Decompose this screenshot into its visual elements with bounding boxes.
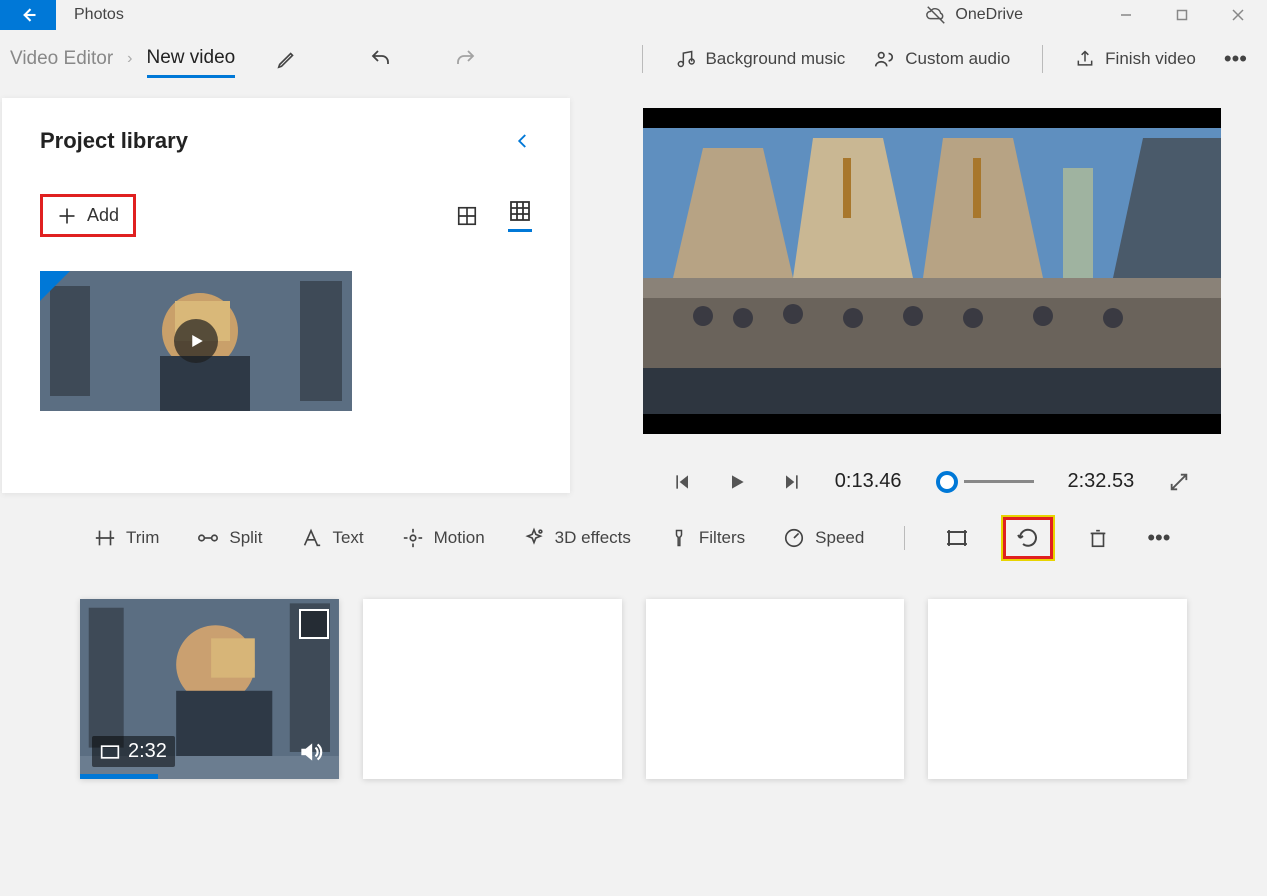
speed-button[interactable]: Speed: [779, 521, 868, 555]
ellipsis-icon: •••: [1224, 46, 1247, 71]
split-icon: [197, 527, 219, 549]
collapse-panel-button[interactable]: [514, 129, 532, 153]
redo-button[interactable]: [443, 37, 487, 81]
arrow-left-icon: [18, 5, 38, 25]
seek-track: [964, 480, 1034, 483]
export-icon: [1075, 49, 1095, 69]
grid-small-button[interactable]: [456, 205, 478, 227]
person-audio-icon: [873, 48, 895, 70]
pencil-icon: [276, 48, 298, 70]
gauge-icon: [783, 527, 805, 549]
3d-effects-button[interactable]: 3D effects: [519, 521, 635, 555]
back-button[interactable]: [0, 0, 56, 30]
ellipsis-icon: •••: [1147, 525, 1170, 551]
more-button[interactable]: •••: [1210, 46, 1261, 72]
main-toolbar: Video Editor › New video Background musi…: [0, 30, 1267, 88]
trash-icon: [1087, 527, 1109, 549]
close-button[interactable]: [1215, 0, 1261, 30]
motion-icon: [402, 527, 424, 549]
trim-icon: [94, 527, 116, 549]
sparkle-icon: [523, 527, 545, 549]
breadcrumb-current[interactable]: New video: [147, 47, 236, 78]
undo-button[interactable]: [359, 37, 403, 81]
rename-button[interactable]: [265, 37, 309, 81]
storyboard-slot-empty[interactable]: [928, 599, 1187, 779]
view-toggle: [456, 199, 532, 232]
maximize-button[interactable]: [1159, 0, 1205, 30]
preview-area: 0:13.46 2:32.53: [570, 98, 1267, 493]
undo-icon: [369, 47, 393, 71]
breadcrumb: Video Editor › New video: [10, 41, 235, 78]
chevron-right-icon: ›: [127, 50, 132, 68]
seek-knob-icon[interactable]: [936, 471, 958, 493]
fullscreen-button[interactable]: [1168, 471, 1190, 493]
onedrive-label: OneDrive: [955, 6, 1023, 24]
divider: [904, 526, 905, 550]
play-overlay[interactable]: [174, 319, 218, 363]
selected-corner-icon: [40, 271, 70, 301]
total-time: 2:32.53: [1068, 470, 1135, 493]
preview-player[interactable]: [643, 108, 1221, 434]
clip-progress: [80, 774, 158, 779]
seek-bar[interactable]: [936, 471, 1034, 493]
storyboard-slot-empty[interactable]: [646, 599, 905, 779]
cloud-off-icon: [925, 4, 947, 26]
expand-icon: [1168, 471, 1190, 493]
duration-icon: [100, 744, 120, 760]
play-button[interactable]: [727, 472, 747, 492]
current-time: 0:13.46: [835, 470, 902, 493]
grid-large-button[interactable]: [508, 199, 532, 232]
aspect-badge-icon: [299, 609, 329, 639]
project-library-panel: Project library Add: [2, 98, 570, 493]
delete-button[interactable]: [1083, 521, 1113, 555]
breadcrumb-root[interactable]: Video Editor: [10, 48, 113, 70]
onedrive-status[interactable]: OneDrive: [925, 4, 1023, 26]
filters-button[interactable]: Filters: [665, 521, 749, 555]
redo-icon: [453, 47, 477, 71]
split-button[interactable]: Split: [193, 521, 266, 555]
clip-duration: 2:32: [128, 740, 167, 763]
volume-icon: [297, 739, 323, 765]
custom-audio-button[interactable]: Custom audio: [859, 37, 1024, 81]
finish-video-button[interactable]: Finish video: [1061, 37, 1210, 81]
rotate-button[interactable]: [1003, 517, 1053, 559]
more-storyboard-button[interactable]: •••: [1143, 519, 1174, 557]
storyboard-slot-empty[interactable]: [363, 599, 622, 779]
storyboard-clip[interactable]: 2:32: [80, 599, 339, 779]
library-item[interactable]: [40, 271, 352, 411]
storyboard: 2:32: [0, 559, 1267, 779]
clip-duration-badge[interactable]: 2:32: [92, 736, 175, 767]
frame-icon: [945, 526, 969, 550]
panel-title: Project library: [40, 128, 188, 154]
step-back-icon: [673, 472, 693, 492]
divider: [642, 45, 643, 73]
motion-button[interactable]: Motion: [398, 521, 489, 555]
resize-button[interactable]: [941, 520, 973, 556]
minimize-button[interactable]: [1103, 0, 1149, 30]
step-forward-icon: [781, 472, 801, 492]
clip-volume-button[interactable]: [297, 739, 323, 765]
play-icon: [727, 472, 747, 492]
app-title: Photos: [74, 6, 124, 24]
filter-icon: [669, 527, 689, 549]
titlebar: Photos OneDrive: [0, 0, 1267, 30]
grid-3x3-icon: [508, 199, 532, 223]
add-media-button[interactable]: Add: [40, 194, 136, 237]
chevron-left-icon: [514, 129, 532, 153]
text-icon: [300, 527, 322, 549]
next-frame-button[interactable]: [781, 472, 801, 492]
text-button[interactable]: Text: [296, 521, 367, 555]
storyboard-toolbar: Trim Split Text Motion 3D effects Filter…: [0, 493, 1267, 559]
plus-icon: [57, 206, 77, 226]
grid-2x2-icon: [456, 205, 478, 227]
rotate-icon: [1016, 526, 1040, 550]
music-icon: [675, 49, 695, 69]
prev-frame-button[interactable]: [673, 472, 693, 492]
play-icon: [187, 332, 205, 350]
preview-frame: [643, 108, 1221, 434]
trim-button[interactable]: Trim: [90, 521, 163, 555]
background-music-button[interactable]: Background music: [661, 37, 859, 81]
playback-controls: 0:13.46 2:32.53: [643, 470, 1221, 493]
divider: [1042, 45, 1043, 73]
